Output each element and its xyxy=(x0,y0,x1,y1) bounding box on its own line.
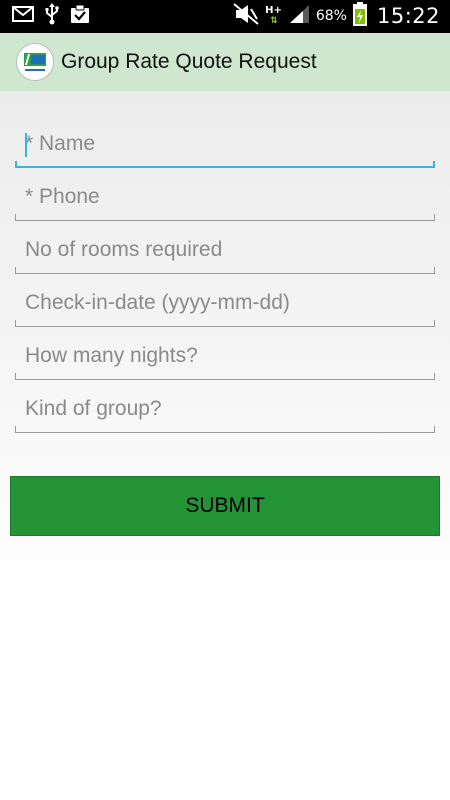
status-bar: H+ ⇅ 68% 15:22 xyxy=(0,0,450,33)
action-bar: Group Rate Quote Request xyxy=(0,33,450,91)
checkin-date-field-container xyxy=(15,283,435,327)
checkin-date-field-underline xyxy=(15,320,435,327)
rooms-input[interactable] xyxy=(15,230,435,270)
name-field-container xyxy=(15,124,435,168)
notification-icons xyxy=(12,3,90,29)
phone-field-container xyxy=(15,177,435,221)
nights-input[interactable] xyxy=(15,336,435,376)
group-kind-input[interactable] xyxy=(15,389,435,429)
system-status: H+ ⇅ 68% 15:22 xyxy=(233,2,440,30)
signal-icon xyxy=(288,4,310,28)
clipboard-check-icon xyxy=(70,4,90,28)
mail-icon xyxy=(12,6,34,26)
rooms-field-container xyxy=(15,230,435,274)
nights-field-underline xyxy=(15,373,435,380)
network-hplus-icon: H+ ⇅ xyxy=(265,5,282,27)
nights-field-container xyxy=(15,336,435,380)
group-kind-field-container xyxy=(15,389,435,433)
name-input[interactable] xyxy=(15,124,435,164)
phone-field-underline xyxy=(15,214,435,221)
mute-icon xyxy=(233,3,259,29)
battery-percent: 68% xyxy=(315,8,347,24)
hotel-logo-icon[interactable] xyxy=(16,43,54,81)
clock: 15:22 xyxy=(376,4,440,28)
name-field-underline xyxy=(15,161,435,168)
submit-button[interactable]: SUBMIT xyxy=(10,476,440,536)
rooms-field-underline xyxy=(15,267,435,274)
page-title: Group Rate Quote Request xyxy=(61,50,317,73)
data-arrows-icon: ⇅ xyxy=(270,16,277,26)
checkin-date-input[interactable] xyxy=(15,283,435,323)
battery-charging-icon xyxy=(352,2,367,30)
network-type-label: H+ xyxy=(265,5,282,16)
text-cursor xyxy=(25,133,27,157)
group-kind-field-underline xyxy=(15,426,435,433)
phone-input[interactable] xyxy=(15,177,435,217)
usb-icon xyxy=(44,3,60,29)
